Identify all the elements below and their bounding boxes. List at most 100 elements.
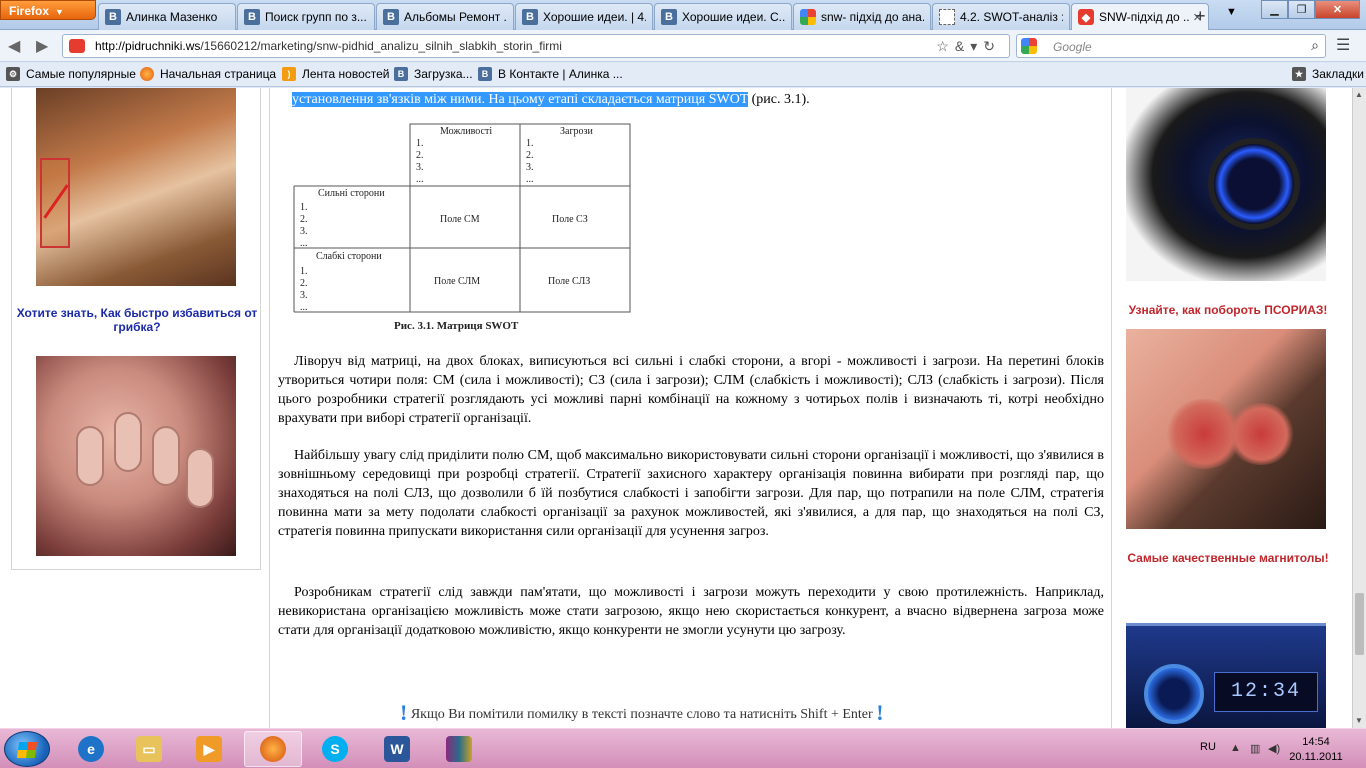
- ad-image-nails[interactable]: [36, 356, 236, 556]
- bookmark-news[interactable]: ) Лента новостей: [282, 67, 390, 81]
- article-column: установлення зв'язків між ними. На цьому…: [269, 88, 1112, 728]
- bookmarks-menu-icon[interactable]: ☰: [1336, 35, 1350, 55]
- bookmarks-star-icon: ★: [1292, 67, 1306, 81]
- vk-icon: B: [394, 67, 408, 81]
- bookmarks-menu[interactable]: ★ Закладки: [1292, 67, 1364, 81]
- close-window-button[interactable]: ✕: [1315, 0, 1360, 19]
- fungus-ad-link[interactable]: Хотите знать, Как быстро избавиться от г…: [12, 306, 262, 334]
- left-ad-column: Хотите знать, Как быстро избавиться от г…: [11, 88, 261, 570]
- tab-vk-albums[interactable]: B Альбомы Ремонт ...: [376, 3, 514, 30]
- matrix-list-item: 2.: [416, 150, 424, 161]
- matrix-cell-sm: Поле СМ: [440, 214, 480, 225]
- tab-google-snw[interactable]: snw- підхід до ана...: [793, 3, 931, 30]
- new-tab-button[interactable]: +: [1195, 6, 1206, 27]
- bookmark-most-visited[interactable]: ⚙ Самые популярные: [6, 67, 136, 81]
- explorer-icon: ▭: [136, 736, 162, 762]
- forward-icon[interactable]: ▶: [36, 36, 54, 55]
- taskbar-word[interactable]: W: [368, 731, 426, 767]
- selected-text-line: установлення зв'язків між ними. На цьому…: [292, 92, 810, 107]
- paragraph-3: Розробникам стратегії слід завжди пам'ят…: [278, 585, 1104, 638]
- taskbar-internet-explorer[interactable]: e: [62, 731, 120, 767]
- tab-vk-ideas-1[interactable]: B Хорошие идеи. | 4...: [515, 3, 653, 30]
- taskbar-media-player[interactable]: ▶: [180, 731, 238, 767]
- rss-icon: ): [282, 67, 296, 81]
- vk-icon: B: [105, 9, 121, 25]
- page-scrollbar[interactable]: ▲ ▼: [1352, 88, 1366, 728]
- show-hidden-icons[interactable]: ▲: [1230, 742, 1241, 754]
- matrix-list-item: ...: [300, 302, 308, 313]
- radio-display: 12:34: [1214, 672, 1318, 712]
- matrix-list-item: 1.: [300, 266, 308, 277]
- url-actions: ☆&▾↻: [936, 38, 1001, 55]
- network-icon[interactable]: ▥: [1250, 742, 1260, 755]
- taskbar-firefox[interactable]: [244, 731, 302, 767]
- matrix-col-threats: Загрози: [560, 126, 594, 137]
- matrix-list-item: 3.: [300, 226, 308, 237]
- taskbar-winrar[interactable]: [430, 731, 488, 767]
- ad-image-watch[interactable]: [1126, 88, 1326, 281]
- blank-page-icon: [939, 9, 955, 25]
- scrollbar-thumb[interactable]: [1355, 593, 1364, 655]
- search-icon[interactable]: ⌕: [1311, 37, 1319, 54]
- exclamation-icon: !: [400, 700, 408, 725]
- site-icon: [69, 39, 85, 53]
- minimize-button[interactable]: ▁: [1261, 0, 1288, 19]
- tab-vk-alinka[interactable]: B Алинка Мазенко: [98, 3, 236, 30]
- system-clock[interactable]: 14:54 20.11.2011: [1281, 735, 1351, 765]
- glass-image: [40, 158, 70, 248]
- matrix-caption: Рис. 3.1. Матриця SWOT: [394, 320, 519, 332]
- matrix-list-item: 2.: [300, 214, 308, 225]
- back-icon[interactable]: ◀: [8, 36, 26, 55]
- matrix-list-item: 1.: [300, 202, 308, 213]
- url-text: http://pidruchniki.ws/15660212/marketing…: [95, 39, 562, 53]
- firefox-menu-button[interactable]: Firefox ▼: [0, 0, 96, 20]
- reload-icon[interactable]: ↻: [983, 38, 1001, 54]
- taskbar-explorer[interactable]: ▭: [120, 731, 178, 767]
- vk-icon: B: [244, 9, 260, 25]
- volume-icon[interactable]: ◀): [1268, 742, 1280, 755]
- bookmark-vk[interactable]: BВ Контакте | Алинка ...: [478, 67, 623, 81]
- vk-icon: B: [383, 9, 399, 25]
- matrix-col-opportunities: Можливості: [440, 126, 492, 137]
- maximize-button[interactable]: ❐: [1288, 0, 1315, 19]
- radio-knob: [1144, 664, 1204, 724]
- matrix-cell-slm: Поле СЛМ: [434, 276, 480, 287]
- vk-icon: B: [522, 9, 538, 25]
- gear-icon: ⚙: [6, 67, 20, 81]
- scroll-down-icon[interactable]: ▼: [1355, 716, 1363, 725]
- watch-dial: [1208, 138, 1300, 230]
- url-bar[interactable]: http://pidruchniki.ws/15660212/marketing…: [62, 34, 1010, 58]
- internet-explorer-icon: e: [78, 736, 104, 762]
- chevron-down-icon: ▼: [55, 7, 64, 17]
- search-box[interactable]: Google ⌕: [1016, 34, 1326, 58]
- window-controls: ▁ ❐ ✕: [1261, 0, 1360, 19]
- skype-icon: S: [322, 736, 348, 762]
- vk-icon: B: [478, 67, 492, 81]
- tab-vk-ideas-2[interactable]: B Хорошие идеи. С...: [654, 3, 792, 30]
- tab-list-button[interactable]: ▼: [1226, 6, 1237, 18]
- matrix-list-item: 3.: [526, 162, 534, 173]
- swot-matrix-figure: Можливості Загрози 1. 2. 3. ... 1. 2. 3.…: [292, 122, 632, 332]
- ad-image-elbows[interactable]: [1126, 329, 1326, 529]
- car-radio-ad-link[interactable]: Самые качественные магнитолы!: [1118, 552, 1338, 565]
- matrix-list-item: 2.: [300, 278, 308, 289]
- start-button[interactable]: [4, 731, 50, 767]
- psoriasis-ad-link[interactable]: Узнайте, как побороть ПСОРИАЗ!: [1118, 304, 1338, 317]
- dropdown-icon[interactable]: ▾: [970, 38, 983, 54]
- bookmark-home[interactable]: Начальная страница: [140, 67, 276, 81]
- bookmark-loading[interactable]: B Загрузка...: [394, 67, 473, 81]
- language-indicator[interactable]: RU: [1200, 741, 1216, 753]
- tab-snw-active[interactable]: ◆ SNW-підхід до ... ✕: [1071, 3, 1209, 30]
- star-icon[interactable]: ☆: [936, 38, 955, 54]
- matrix-row-strengths: Сильні сторони: [318, 188, 385, 199]
- tab-swot[interactable]: 4.2. SWOT-аналіз :...: [932, 3, 1070, 30]
- scroll-up-icon[interactable]: ▲: [1355, 90, 1363, 99]
- ampersand-icon[interactable]: &: [955, 38, 970, 54]
- right-ad-column: Узнайте, как побороть ПСОРИАЗ! Самые кач…: [1118, 88, 1338, 728]
- paragraph-1: Ліворуч від матриці, на двох блоках, вип…: [278, 354, 1104, 426]
- tab-vk-groups[interactable]: B Поиск групп по з...: [237, 3, 375, 30]
- taskbar-skype[interactable]: S: [306, 731, 364, 767]
- ad-image-tired-person[interactable]: [36, 88, 236, 286]
- matrix-list-item: ...: [416, 174, 424, 185]
- ad-image-car-radio[interactable]: 12:34: [1126, 623, 1326, 728]
